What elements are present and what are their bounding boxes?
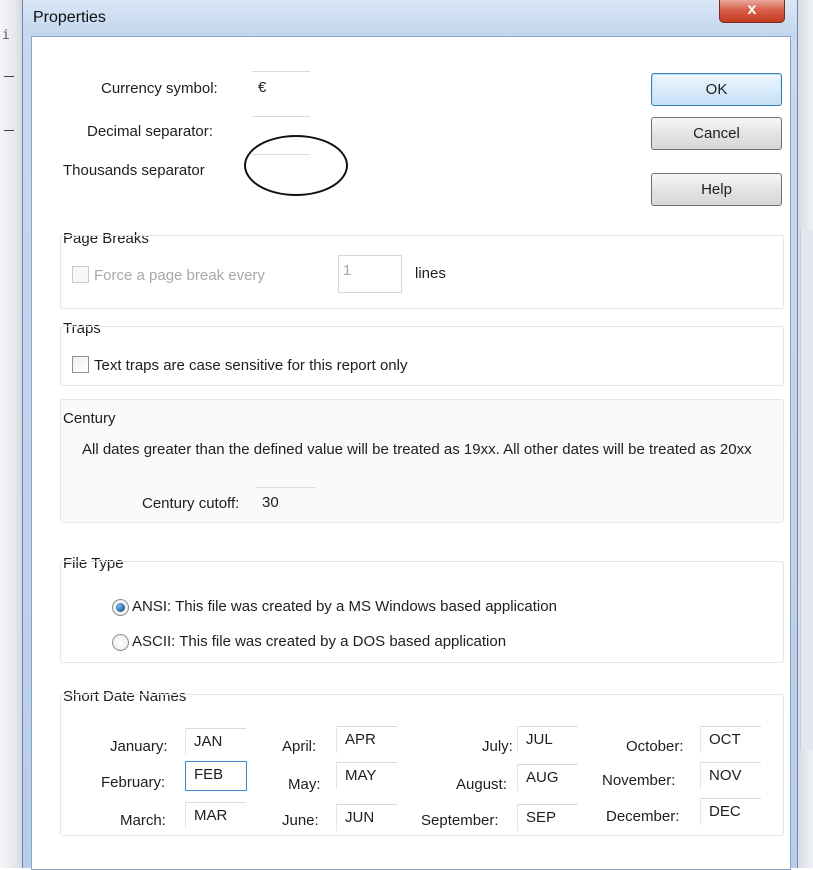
month-input-may[interactable]: MAY bbox=[336, 762, 397, 789]
month-label-july: July: bbox=[482, 738, 513, 755]
currency-symbol-label: Currency symbol: bbox=[101, 80, 218, 97]
month-label-may: May: bbox=[288, 776, 321, 793]
title-bar[interactable]: Properties x bbox=[23, 0, 797, 36]
month-input-july[interactable]: JUL bbox=[517, 726, 578, 753]
traps-group bbox=[60, 326, 784, 386]
page-break-lines-suffix: lines bbox=[415, 265, 446, 282]
month-input-august[interactable]: AUG bbox=[517, 764, 578, 791]
currency-symbol-field[interactable]: € bbox=[258, 79, 266, 96]
ansi-radio[interactable] bbox=[112, 599, 129, 616]
window-title: Properties bbox=[33, 9, 106, 26]
ok-button[interactable]: OK bbox=[651, 73, 782, 106]
thousands-separator-label: Thousands separator bbox=[63, 162, 205, 179]
close-button[interactable]: x bbox=[719, 0, 785, 23]
month-input-october[interactable]: OCT bbox=[700, 726, 761, 753]
month-label-january: January: bbox=[110, 738, 168, 755]
century-cutoff-label: Century cutoff: bbox=[142, 495, 240, 512]
help-button[interactable]: Help bbox=[651, 173, 782, 206]
month-label-april: April: bbox=[282, 738, 317, 755]
dialog-client-area: Currency symbol: € Decimal separator: Th… bbox=[31, 36, 791, 870]
century-cutoff-field-border bbox=[256, 487, 316, 488]
close-icon: x bbox=[747, 1, 757, 18]
page-break-checkbox[interactable] bbox=[72, 266, 89, 283]
currency-symbol-field-border bbox=[252, 71, 310, 72]
month-input-december[interactable]: DEC bbox=[700, 798, 761, 825]
background-dash bbox=[4, 130, 14, 131]
ascii-radio[interactable] bbox=[112, 634, 129, 651]
page-break-lines-input[interactable]: 1 bbox=[338, 255, 402, 293]
month-input-february[interactable]: FEB bbox=[185, 761, 247, 791]
annotation-ellipse bbox=[244, 135, 348, 196]
century-description: All dates greater than the defined value… bbox=[82, 441, 752, 458]
month-label-september: September: bbox=[421, 812, 499, 829]
decimal-separator-label: Decimal separator: bbox=[87, 123, 213, 140]
month-label-november: November: bbox=[602, 772, 676, 789]
background-scrollbar-thumb[interactable] bbox=[800, 230, 813, 750]
month-label-august: August: bbox=[456, 776, 507, 793]
month-input-june[interactable]: JUN bbox=[336, 804, 397, 831]
ascii-radio-label: ASCII: This file was created by a DOS ba… bbox=[132, 633, 507, 650]
century-cutoff-field[interactable]: 30 bbox=[262, 494, 279, 511]
background-glyph: i bbox=[2, 28, 10, 43]
month-label-march: March: bbox=[120, 812, 166, 829]
cancel-button[interactable]: Cancel bbox=[651, 117, 782, 150]
month-input-january[interactable]: JAN bbox=[185, 728, 246, 755]
century-title: Century bbox=[63, 410, 116, 427]
page-break-label: Force a page break every bbox=[94, 267, 265, 284]
background-dash bbox=[4, 76, 14, 77]
decimal-separator-field[interactable] bbox=[252, 116, 310, 117]
properties-dialog: Properties x Currency symbol: € Decimal … bbox=[22, 0, 798, 870]
month-label-december: December: bbox=[606, 808, 680, 825]
month-label-february: February: bbox=[101, 774, 166, 791]
month-label-october: October: bbox=[626, 738, 684, 755]
month-input-march[interactable]: MAR bbox=[185, 802, 246, 829]
month-input-april[interactable]: APR bbox=[336, 726, 397, 753]
month-input-september[interactable]: SEP bbox=[517, 804, 578, 831]
page-break-lines-value: 1 bbox=[343, 262, 352, 279]
month-input-november[interactable]: NOV bbox=[700, 762, 761, 789]
month-label-june: June: bbox=[282, 812, 319, 829]
traps-case-sensitive-label: Text traps are case sensitive for this r… bbox=[94, 357, 408, 374]
ansi-radio-label: ANSI: This file was created by a MS Wind… bbox=[132, 598, 557, 615]
traps-case-sensitive-checkbox[interactable] bbox=[72, 356, 89, 373]
